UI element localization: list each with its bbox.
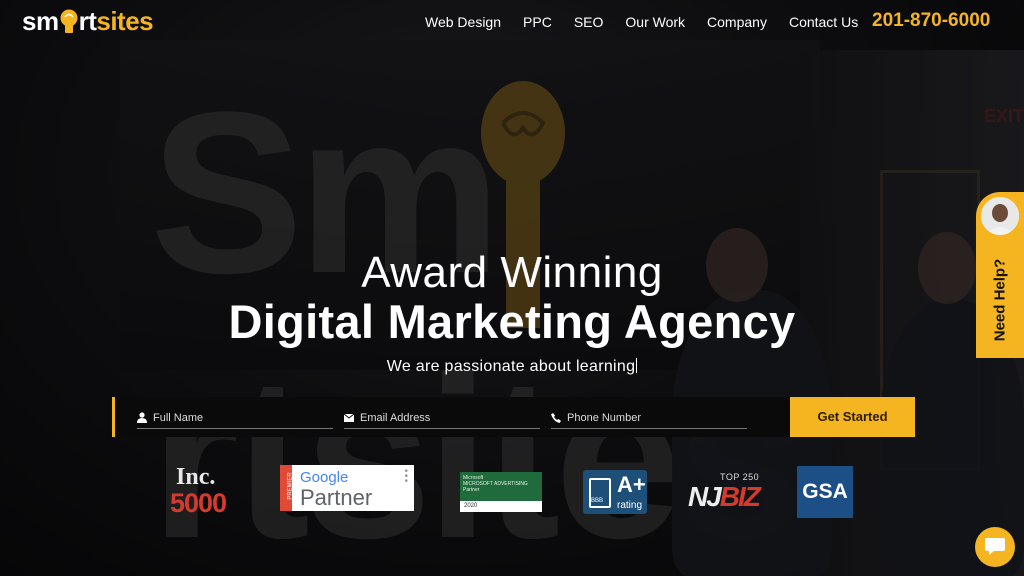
nav-company[interactable]: Company xyxy=(707,14,767,30)
nav-seo[interactable]: SEO xyxy=(574,14,604,30)
envelope-icon xyxy=(344,413,354,422)
inc-number: 5000 xyxy=(170,488,227,518)
phone-icon xyxy=(551,412,561,423)
headline-light: Award Winning xyxy=(361,248,663,297)
get-started-button[interactable]: Get Started xyxy=(790,397,915,437)
award-badges: Inc. 5000 PREMIER Google Partner • • • Mic… xyxy=(0,462,1024,522)
more-dots-icon: • • • xyxy=(404,466,408,487)
lightbulb-icon xyxy=(60,9,78,35)
nav-ppc[interactable]: PPC xyxy=(523,14,552,30)
njbiz-badge: TOP 250 NJBIZ xyxy=(688,472,761,512)
tagline: We are passionate about learning xyxy=(386,358,638,375)
full-name-field[interactable]: Full Name xyxy=(137,407,333,429)
nav-contact-us[interactable]: Contact Us xyxy=(789,14,858,30)
site-logo[interactable]: sm rt sites xyxy=(22,6,154,37)
headline-bold: Digital Marketing Agency xyxy=(228,295,796,348)
typing-cursor xyxy=(636,358,638,373)
google-partner-badge: PREMIER Google Partner • • • xyxy=(280,465,414,511)
agent-avatar xyxy=(979,195,1021,237)
main-nav: Web Design PPC SEO Our Work Company Cont… xyxy=(425,14,880,30)
phone-link[interactable]: 201-870-6000 xyxy=(872,10,990,32)
need-help-label: Need Help? xyxy=(991,258,1009,342)
gsa-badge: GSA xyxy=(797,466,853,518)
lead-form: Full Name Email Address Phone Number Get… xyxy=(112,397,915,437)
phone-field[interactable]: Phone Number xyxy=(551,407,747,429)
microsoft-partner-badge: Microsoft MICROSOFT ADVERTISING Partner … xyxy=(460,472,542,512)
need-help-widget[interactable]: Need Help? xyxy=(976,192,1024,358)
user-icon xyxy=(137,412,147,423)
site-header: sm rt sites Web Design PPC SEO Our Work … xyxy=(0,0,1024,46)
chat-button[interactable] xyxy=(975,527,1015,567)
chat-bubble-icon xyxy=(985,538,1005,555)
nav-web-design[interactable]: Web Design xyxy=(425,14,501,30)
nav-our-work[interactable]: Our Work xyxy=(625,14,685,30)
email-field[interactable]: Email Address xyxy=(344,407,540,429)
bbb-rating-badge: BBB A+ rating xyxy=(583,470,647,514)
inc5000-badge: Inc. 5000 xyxy=(170,464,227,518)
